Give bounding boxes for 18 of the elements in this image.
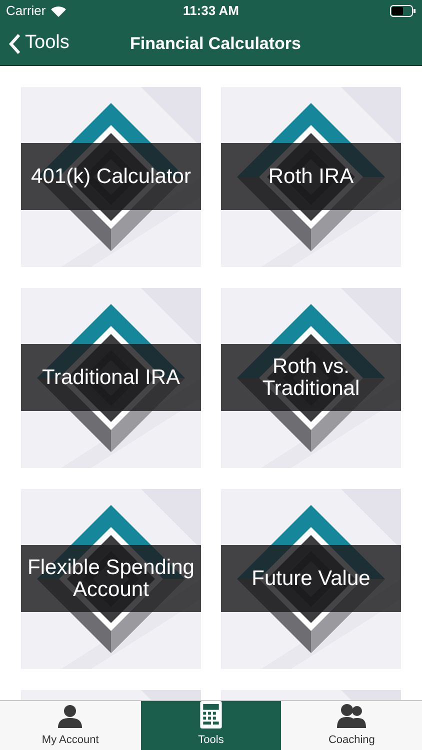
tab-item[interactable]: Coaching xyxy=(281,701,422,750)
calculator-tile[interactable]: 401(k) Calculator xyxy=(21,87,201,267)
battery-icon xyxy=(390,5,416,17)
calculator-tile[interactable]: Roth vs. Traditional xyxy=(221,288,401,468)
calculator-tile[interactable]: Future Value xyxy=(221,489,401,669)
tab-item[interactable]: My Account xyxy=(0,701,141,750)
tab-item[interactable]: Tools xyxy=(140,701,282,750)
carrier-label: Carrier xyxy=(6,2,46,20)
people-icon xyxy=(336,702,367,728)
chevron-left-icon xyxy=(8,32,21,54)
page-title: Financial Calculators xyxy=(130,32,301,55)
calculator-tile[interactable]: Traditional IRA xyxy=(21,288,201,468)
wifi-icon xyxy=(50,6,66,16)
calculator-tile[interactable]: Roth IRA xyxy=(221,87,401,267)
person-icon xyxy=(57,702,84,728)
calculator-tile[interactable]: Flexible Spending Account xyxy=(21,489,201,669)
back-button[interactable]: Tools xyxy=(0,29,70,58)
status-time: 11:33 AM xyxy=(183,2,239,20)
